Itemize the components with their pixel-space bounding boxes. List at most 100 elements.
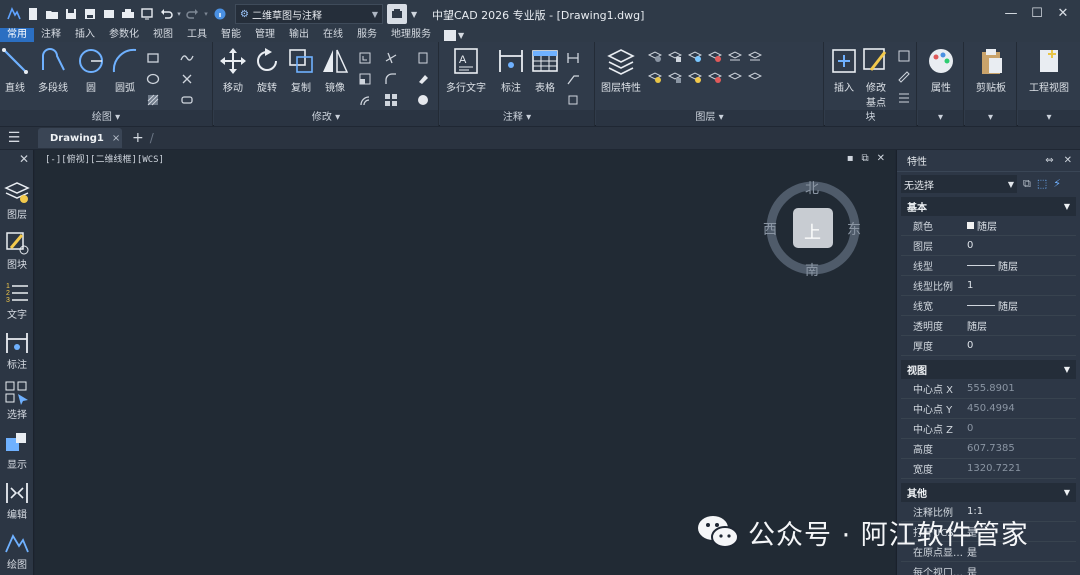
property-row-color[interactable]: 颜色 随层	[901, 216, 1076, 236]
clipboard-button[interactable]: 剪贴板	[971, 46, 1011, 94]
menu-tab-smart[interactable]: 智能	[214, 28, 248, 42]
app-logo-icon[interactable]	[4, 4, 23, 24]
left-tool-display[interactable]: 显示	[0, 430, 34, 471]
edit-base-point-button[interactable]: 修改 基点	[861, 46, 891, 109]
property-row-layer[interactable]: 图层 0	[901, 236, 1076, 256]
eraser-icon[interactable]	[416, 71, 430, 85]
compass-east[interactable]: 东	[847, 219, 861, 239]
move-tool-button[interactable]: 移动	[218, 46, 248, 94]
info-icon[interactable]	[210, 4, 229, 24]
property-row-height[interactable]: 高度 607.7385	[901, 439, 1076, 459]
create-block-icon[interactable]	[897, 48, 911, 62]
annotation-panel-label[interactable]: 注释 ▾	[440, 110, 594, 126]
left-tool-block[interactable]: 图块	[0, 230, 34, 271]
copy-tool-button[interactable]: 复制	[286, 46, 316, 94]
menu-tab-output[interactable]: 输出	[282, 28, 316, 42]
close-icon[interactable]: ✕	[1064, 155, 1072, 166]
property-row-center-z[interactable]: 中心点 Z 0	[901, 419, 1076, 439]
section-view[interactable]: 视图 ▼	[901, 360, 1076, 379]
project-view-panel-label[interactable]: ▾	[1018, 110, 1080, 126]
viewport-label[interactable]: [-][俯视][二维线框][WCS]	[45, 152, 164, 165]
clipboard-panel-label[interactable]: ▾	[965, 110, 1016, 126]
left-tool-edit[interactable]: 编辑	[0, 480, 34, 521]
block-list-icon[interactable]	[897, 90, 911, 104]
save-icon[interactable]	[61, 4, 80, 24]
dimension-tool-button[interactable]: 标注	[496, 46, 526, 94]
draw-panel-label[interactable]: 绘图 ▾	[0, 110, 212, 126]
property-row-thickness[interactable]: 厚度 0	[901, 336, 1076, 356]
compass-west[interactable]: 西	[763, 219, 777, 239]
layer-thaw-icon[interactable]	[687, 69, 703, 83]
stretch-icon[interactable]	[358, 50, 372, 64]
quick-select-icon[interactable]: ⚡	[1053, 177, 1061, 191]
layer-walk-icon[interactable]	[727, 69, 743, 83]
select-objects-icon[interactable]: ⬚	[1037, 177, 1047, 191]
layer-isolate-icon[interactable]	[667, 48, 683, 62]
menu-tab-online[interactable]: 在线	[316, 28, 350, 42]
circle-tool-button[interactable]: 圆	[76, 46, 106, 94]
undo-icon[interactable]	[156, 4, 175, 24]
block-attribute-icon[interactable]	[897, 69, 911, 83]
line-tool-button[interactable]: 直线	[0, 46, 30, 94]
rotate-tool-button[interactable]: 旋转	[252, 46, 282, 94]
fillet-icon[interactable]	[384, 71, 398, 85]
property-row-width[interactable]: 宽度 1320.7221	[901, 459, 1076, 479]
layers-panel-label[interactable]: 图层 ▾	[596, 110, 823, 126]
menu-tab-service[interactable]: 服务	[350, 28, 384, 42]
property-row-linetype-scale[interactable]: 线型比例 1	[901, 276, 1076, 296]
left-tool-select[interactable]: 选择	[0, 380, 34, 421]
table-tool-button[interactable]: 表格	[530, 46, 560, 94]
layer-previous-icon[interactable]	[747, 48, 763, 62]
menu-icon[interactable]: ☰	[0, 130, 28, 146]
property-row-center-y[interactable]: 中心点 Y 450.4994	[901, 399, 1076, 419]
hatch-icon[interactable]	[146, 92, 160, 106]
property-row-lineweight[interactable]: 线宽 随层	[901, 296, 1076, 316]
layer-match-icon[interactable]	[727, 48, 743, 62]
toggle-pickadd-icon[interactable]: ⧉	[1023, 177, 1031, 191]
layer-merge-icon[interactable]	[747, 69, 763, 83]
layer-properties-button[interactable]: 图层特性	[600, 46, 642, 94]
property-row-ucs-per-viewport[interactable]: 每个视口… 是	[901, 562, 1076, 575]
new-file-icon[interactable]	[23, 4, 42, 24]
modify-panel-label[interactable]: 修改 ▾	[214, 110, 438, 126]
polyline-tool-button[interactable]: 多段线	[36, 46, 70, 94]
plot-preview-icon[interactable]	[137, 4, 156, 24]
insert-block-button[interactable]: 插入	[829, 46, 859, 94]
erase-icon[interactable]	[416, 50, 430, 64]
layer-off-icon[interactable]	[647, 48, 663, 62]
layer-unisolate-icon[interactable]	[667, 69, 683, 83]
layer-unlock-icon[interactable]	[707, 69, 723, 83]
open-file-icon[interactable]	[42, 4, 61, 24]
menu-tab-home[interactable]: 常用	[0, 28, 34, 42]
view-cube[interactable]: 北 南 东 西 上	[763, 178, 863, 280]
rectangle-icon[interactable]	[146, 50, 160, 64]
redo-icon[interactable]	[183, 4, 202, 24]
close-icon[interactable]: ✕	[19, 152, 29, 166]
tolerance-icon[interactable]	[566, 92, 580, 106]
workspace-select[interactable]: ⚙ 二维草图与注释 ▼	[235, 4, 383, 24]
trim-icon[interactable]	[384, 50, 398, 64]
workspace-settings-button[interactable]	[387, 4, 407, 24]
minimize-viewport-icon[interactable]: ▪	[847, 153, 854, 164]
chevron-down-icon[interactable]: ▼	[411, 10, 417, 19]
minimize-button[interactable]: —	[998, 3, 1024, 23]
restore-viewport-icon[interactable]: ⧉	[861, 153, 868, 164]
save-as-icon[interactable]	[80, 4, 99, 24]
export-icon[interactable]	[99, 4, 118, 24]
undo-dropdown-icon[interactable]: ▾	[175, 4, 183, 24]
redo-dropdown-icon[interactable]: ▾	[202, 4, 210, 24]
array-icon[interactable]	[384, 92, 398, 106]
layer-on-icon[interactable]	[647, 69, 663, 83]
left-tool-dimension[interactable]: 标注	[0, 330, 34, 371]
point-icon[interactable]	[180, 71, 194, 85]
compass-south[interactable]: 南	[805, 260, 819, 280]
property-row-linetype[interactable]: 线型 随层	[901, 256, 1076, 276]
ribbon-toggle[interactable]: ▼	[444, 29, 464, 41]
properties-button[interactable]: 属性	[926, 46, 956, 94]
maximize-button[interactable]: ☐	[1024, 3, 1050, 23]
close-viewport-icon[interactable]: ✕	[877, 153, 885, 164]
mirror-tool-button[interactable]: 镜像	[320, 46, 350, 94]
leader-icon[interactable]	[566, 71, 580, 85]
left-tool-layer[interactable]: 图层	[0, 180, 34, 221]
left-tool-draw[interactable]: 绘图	[0, 530, 34, 571]
